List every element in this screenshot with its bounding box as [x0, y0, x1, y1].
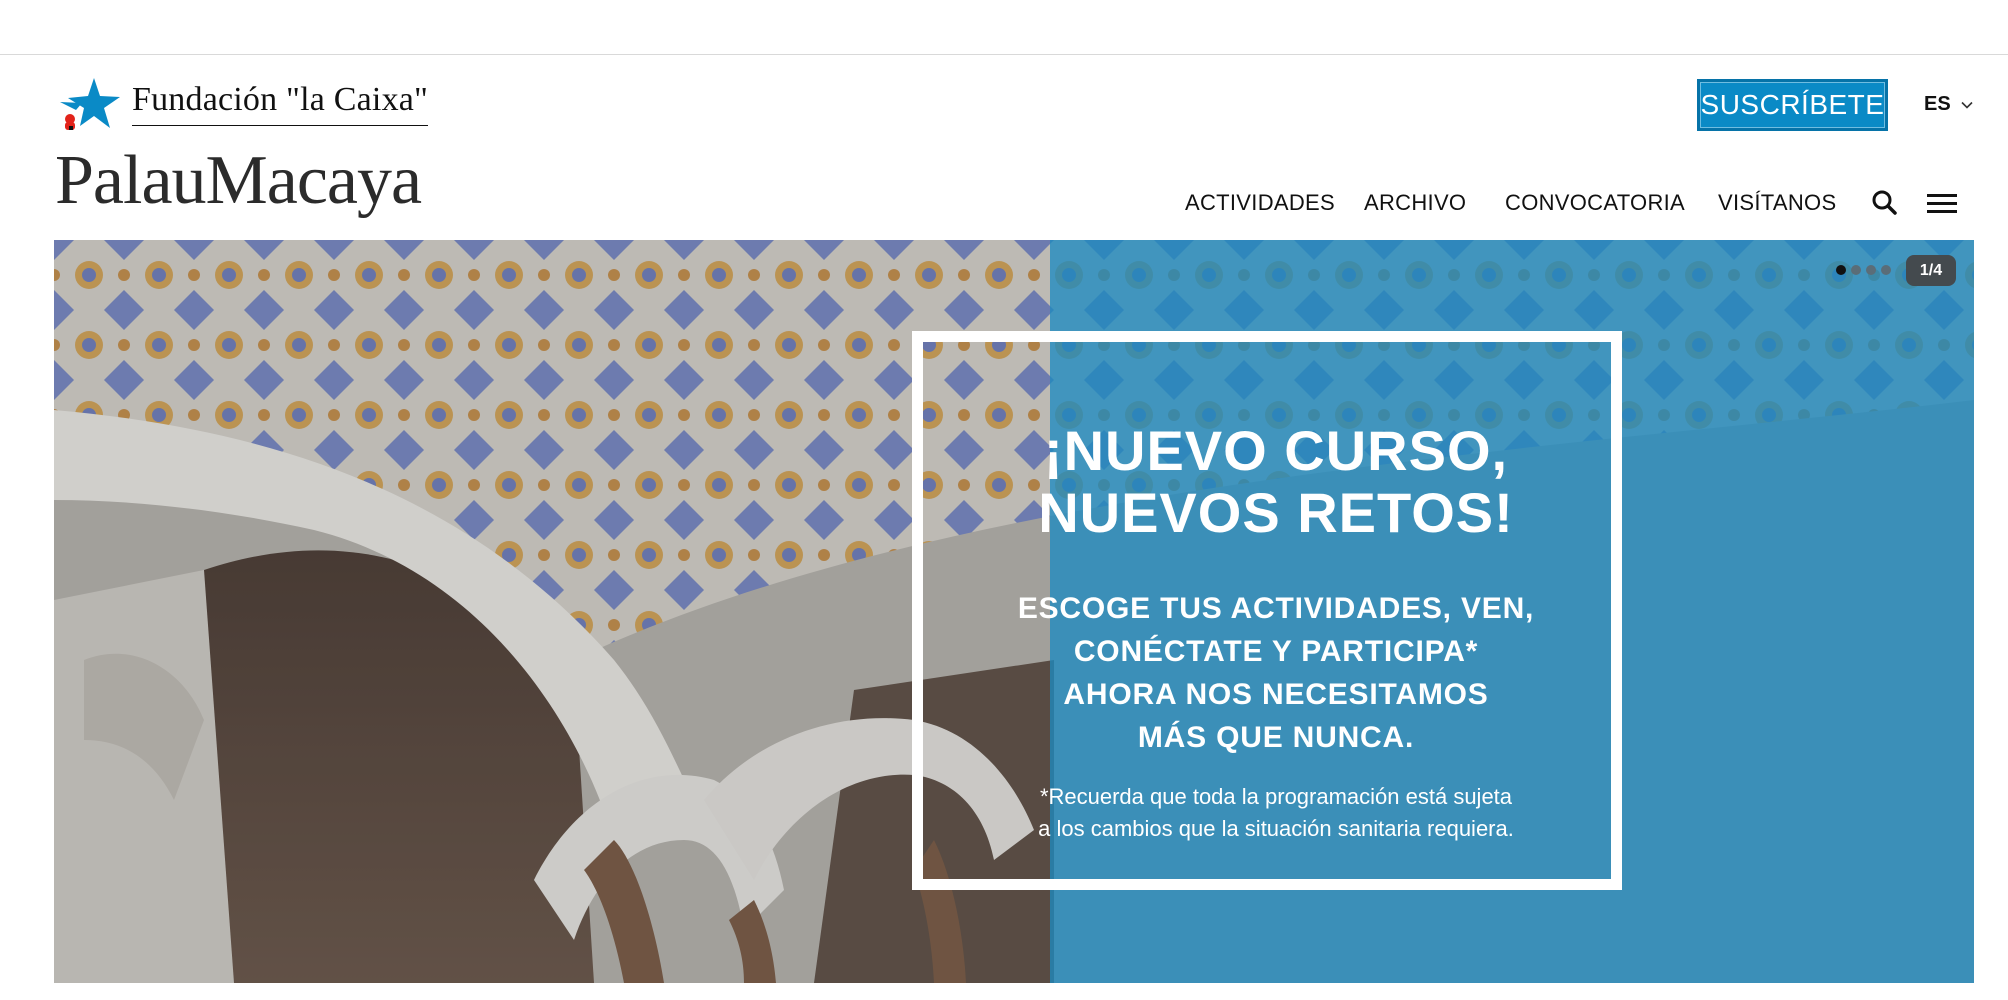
slider-dot[interactable]	[1866, 265, 1876, 275]
search-icon	[1872, 190, 1897, 215]
promo-subtitle-line: MÁS QUE NUNCA.	[1137, 721, 1415, 754]
hamburger-menu-icon	[1927, 194, 1957, 213]
promo-subtitle-line: CONÉCTATE Y PARTICIPA*	[1073, 635, 1479, 668]
caixa-star-icon	[56, 76, 122, 132]
nav-item-convocatoria[interactable]: CONVOCATORIA	[1505, 190, 1685, 216]
palau-macaya-logo[interactable]: PalauMacaya	[55, 146, 422, 216]
subscribe-button[interactable]: SUSCRÍBETE	[1697, 79, 1888, 131]
language-label: ES	[1924, 93, 1951, 115]
slider-dots	[1836, 265, 1891, 275]
promo-title-line: ¡NUEVO CURSO,	[1043, 419, 1509, 482]
fundacion-la-caixa-text: Fundación "la Caixa"	[132, 82, 429, 126]
promo-box: ¡NUEVO CURSO, NUEVOS RETOS! ESCOGE TUS A…	[912, 331, 1622, 890]
slider-dot[interactable]	[1851, 265, 1861, 275]
nav-item-actividades[interactable]: ACTIVIDADES	[1185, 190, 1335, 216]
promo-title: ¡NUEVO CURSO, NUEVOS RETOS!	[931, 420, 1621, 544]
promo-note-line: *Recuerda que toda la programación está …	[1039, 784, 1513, 809]
promo-note: *Recuerda que toda la programación está …	[931, 781, 1621, 845]
slide-counter: 1/4	[1906, 255, 1956, 286]
nav-item-archivo[interactable]: ARCHIVO	[1364, 190, 1466, 216]
menu-button[interactable]	[1927, 192, 1959, 216]
fundacion-la-caixa-logo[interactable]: Fundación "la Caixa"	[56, 76, 429, 132]
language-selector[interactable]: ES	[1924, 93, 1973, 116]
nav-item-visitanos[interactable]: VISÍTANOS	[1718, 190, 1836, 216]
search-button[interactable]	[1870, 188, 1900, 218]
hero-slider[interactable]: 1/4 ¡NUEVO CURSO, NUEVOS RETOS! ESCOGE T…	[54, 240, 1974, 983]
promo-subtitle: ESCOGE TUS ACTIVIDADES, VEN, CONÉCTATE Y…	[931, 587, 1621, 759]
promo-title-line: NUEVOS RETOS!	[1038, 481, 1514, 544]
chevron-down-icon	[1961, 101, 1973, 109]
promo-subtitle-line: ESCOGE TUS ACTIVIDADES, VEN,	[1017, 592, 1535, 625]
slider-dot[interactable]	[1881, 265, 1891, 275]
promo-note-line: a los cambios que la situación sanitaria…	[1038, 816, 1514, 841]
slider-dot[interactable]	[1836, 265, 1846, 275]
promo-subtitle-line: AHORA NOS NECESITAMOS	[1063, 678, 1489, 711]
browser-top-strip	[0, 0, 2008, 55]
